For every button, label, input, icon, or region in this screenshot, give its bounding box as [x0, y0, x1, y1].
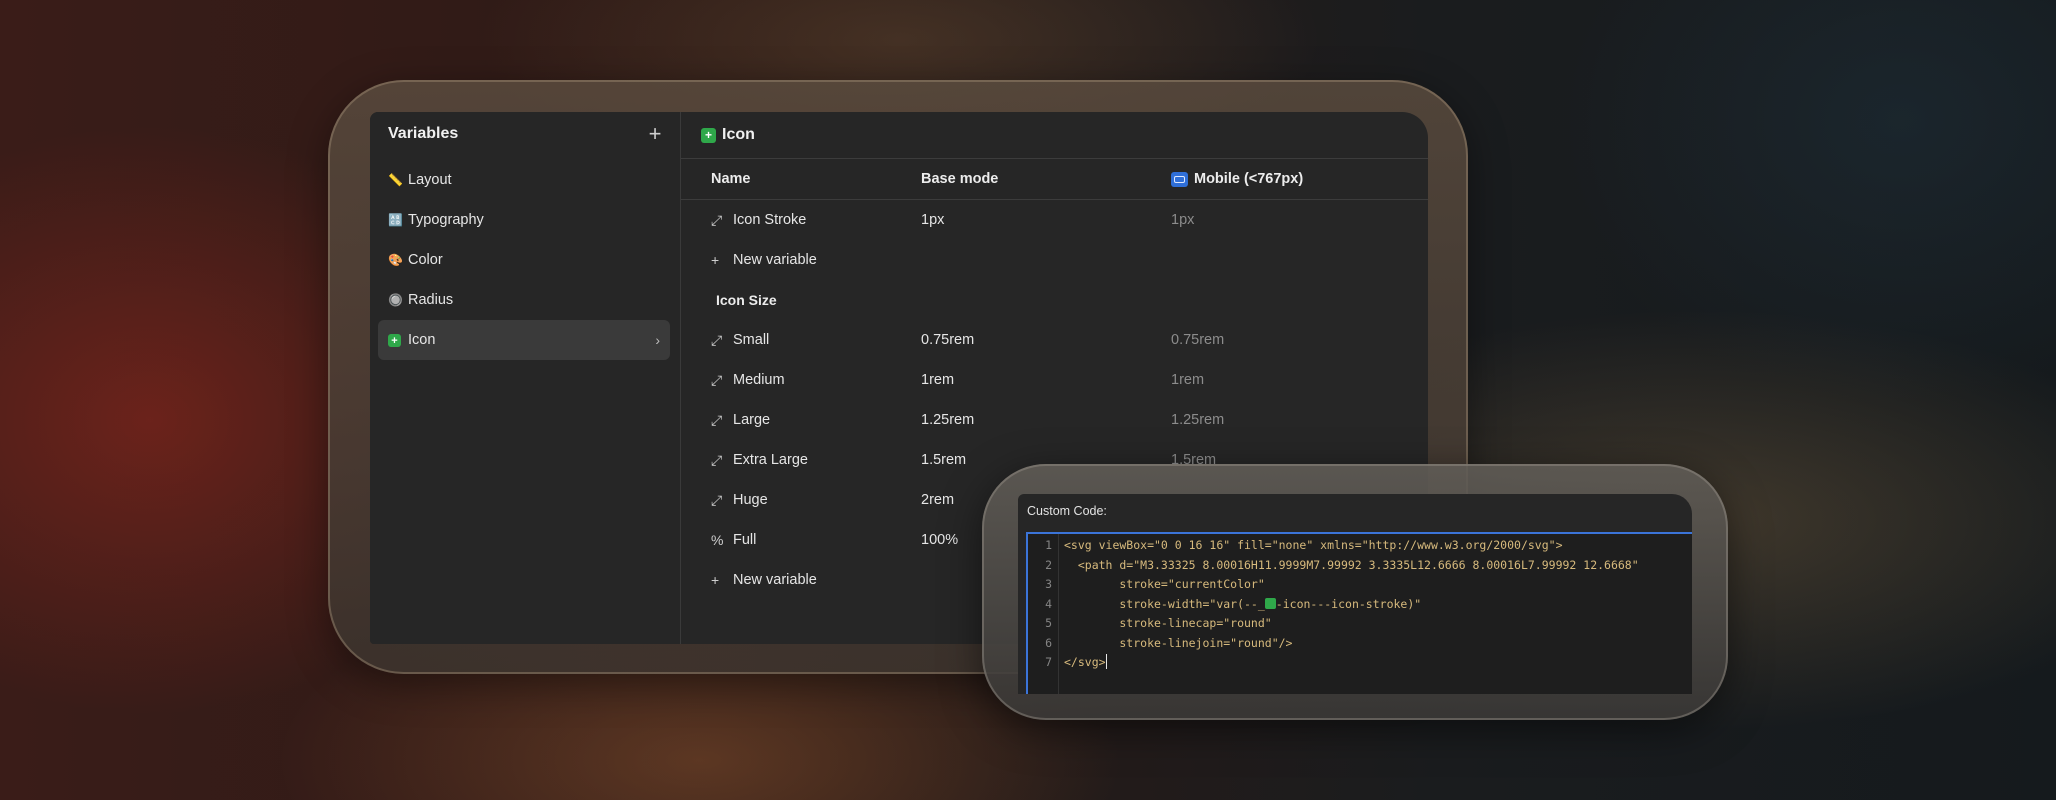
sidebar-header: Variables +	[370, 114, 680, 154]
section-label-icon-size: Icon Size	[716, 292, 777, 308]
column-header-base: Base mode	[921, 171, 999, 187]
variable-name: Medium	[733, 372, 785, 388]
plus-icon: +	[711, 572, 720, 588]
table-header: Name Base mode Mobile (<767px)	[681, 159, 1428, 200]
new-variable-button[interactable]: + New variable	[681, 240, 1428, 280]
code-text-part: -icon---icon-stroke)"	[1275, 596, 1422, 611]
column-header-name: Name	[711, 171, 751, 187]
base-value[interactable]: 1px	[921, 212, 1171, 228]
sidebar-item-label: Icon	[408, 332, 436, 348]
resize-arrow-icon: ⤢	[711, 411, 723, 428]
code-line: 6 stroke-linejoin="round"/>	[1028, 634, 1692, 654]
line-number: 7	[1045, 655, 1052, 669]
code-text: stroke-width="var(--_ -icon---icon-stroke…	[1064, 595, 1421, 615]
code-text-part: stroke-width="var(--_	[1064, 596, 1265, 611]
resize-arrow-icon: ⤢	[711, 371, 723, 388]
sidebar: Variables + 📏 Layout 🔠 Typography 🎨 Colo…	[370, 112, 681, 644]
green-plus-icon: +	[701, 127, 716, 143]
line-number: 5	[1045, 616, 1052, 630]
line-number: 3	[1045, 577, 1052, 591]
resize-arrow-icon: ⤢	[711, 451, 723, 468]
code-line: 5 stroke-linecap="round"	[1028, 614, 1692, 634]
mobile-value[interactable]: 1.25rem	[1171, 412, 1428, 428]
chevron-right-icon: ›	[655, 332, 660, 348]
sidebar-item-label: Typography	[408, 212, 484, 228]
sidebar-list: 📏 Layout 🔠 Typography 🎨 Color 🔘 Radius +…	[370, 160, 680, 360]
code-text: stroke-linejoin="round"/>	[1064, 635, 1293, 650]
code-text: </svg>	[1064, 653, 1107, 673]
palette-icon: 🎨	[388, 253, 403, 267]
code-line: 2 <path d="M3.33325 8.00016H11.9999M7.99…	[1028, 556, 1692, 576]
sidebar-item-typography[interactable]: 🔠 Typography	[378, 200, 670, 240]
code-editor[interactable]: 1 <svg viewBox="0 0 16 16" fill="none" xm…	[1026, 532, 1692, 694]
code-text: <svg viewBox="0 0 16 16" fill="none" xml…	[1064, 538, 1563, 552]
sidebar-item-label: Color	[408, 252, 443, 268]
table-row[interactable]: ⤢ Medium 1rem 1rem	[681, 360, 1428, 400]
resize-arrow-icon: ⤢	[711, 331, 723, 348]
custom-code-panel: Custom Code: 1 <svg viewBox="0 0 16 16" f…	[1018, 494, 1692, 694]
sidebar-title: Variables	[388, 125, 459, 142]
new-variable-label: New variable	[733, 252, 817, 268]
resize-arrow-icon: ⤢	[711, 491, 723, 508]
mobile-value[interactable]: 1rem	[1171, 372, 1428, 388]
table-row[interactable]: ⤢ Icon Stroke 1px 1px	[681, 200, 1428, 240]
mobile-value[interactable]: 0.75rem	[1171, 332, 1428, 348]
sidebar-item-label: Layout	[408, 172, 452, 188]
code-text: stroke-linecap="round"	[1064, 616, 1272, 630]
code-line: 7 </svg>	[1028, 653, 1692, 673]
code-text-part: </svg>	[1064, 655, 1106, 669]
base-value[interactable]: 0.75rem	[921, 332, 1171, 348]
variable-name: Icon Stroke	[733, 212, 807, 228]
mobile-mode-icon	[1171, 171, 1188, 187]
sidebar-item-icon[interactable]: + Icon ›	[378, 320, 670, 360]
variable-name: Large	[733, 412, 771, 428]
page-title-text: Icon	[722, 126, 755, 143]
radio-button-icon: 🔘	[388, 293, 403, 307]
code-line: 1 <svg viewBox="0 0 16 16" fill="none" xm…	[1028, 536, 1692, 556]
column-header-mobile-label: Mobile (<767px)	[1194, 171, 1304, 187]
base-value[interactable]: 1rem	[921, 372, 1171, 388]
text-caret	[1105, 654, 1107, 669]
resize-arrow-icon: ⤢	[711, 211, 723, 228]
mobile-value[interactable]: 1px	[1171, 212, 1428, 228]
plus-icon: +	[711, 252, 720, 268]
variable-name: Huge	[733, 492, 768, 508]
line-number: 4	[1045, 596, 1052, 611]
custom-code-title: Custom Code:	[1027, 504, 1107, 518]
green-plus-icon	[1264, 597, 1276, 609]
variable-name: Small	[733, 332, 770, 348]
sidebar-item-radius[interactable]: 🔘 Radius	[378, 280, 670, 320]
variable-name: Extra Large	[733, 452, 808, 468]
code-text: <path d="M3.33325 8.00016H11.9999M7.9999…	[1064, 557, 1639, 572]
page-title: + Icon	[681, 112, 1428, 159]
variable-name: Full	[733, 532, 757, 548]
sidebar-item-label: Radius	[408, 292, 454, 308]
line-number: 2	[1045, 557, 1052, 572]
letters-icon: 🔠	[388, 213, 403, 227]
table-row[interactable]: ⤢ Small 0.75rem 0.75rem	[681, 320, 1428, 360]
code-line: 4 stroke-width="var(--_ -icon---icon-stro…	[1028, 595, 1692, 615]
ruler-icon: 📏	[388, 173, 403, 187]
code-text: stroke="currentColor"	[1064, 577, 1265, 591]
add-collection-button[interactable]: +	[644, 123, 666, 145]
sidebar-item-color[interactable]: 🎨 Color	[378, 240, 670, 280]
line-number: 1	[1045, 538, 1052, 552]
sidebar-item-layout[interactable]: 📏 Layout	[378, 160, 670, 200]
table-row[interactable]: ⤢ Large 1.25rem 1.25rem	[681, 400, 1428, 440]
green-plus-icon: +	[388, 333, 406, 348]
percent-icon: %	[711, 532, 724, 548]
line-number: 6	[1045, 635, 1052, 650]
new-variable-label: New variable	[733, 572, 817, 588]
column-header-mobile[interactable]: Mobile (<767px)	[1171, 171, 1428, 187]
base-value[interactable]: 1.25rem	[921, 412, 1171, 428]
code-line: 3 stroke="currentColor"	[1028, 575, 1692, 595]
